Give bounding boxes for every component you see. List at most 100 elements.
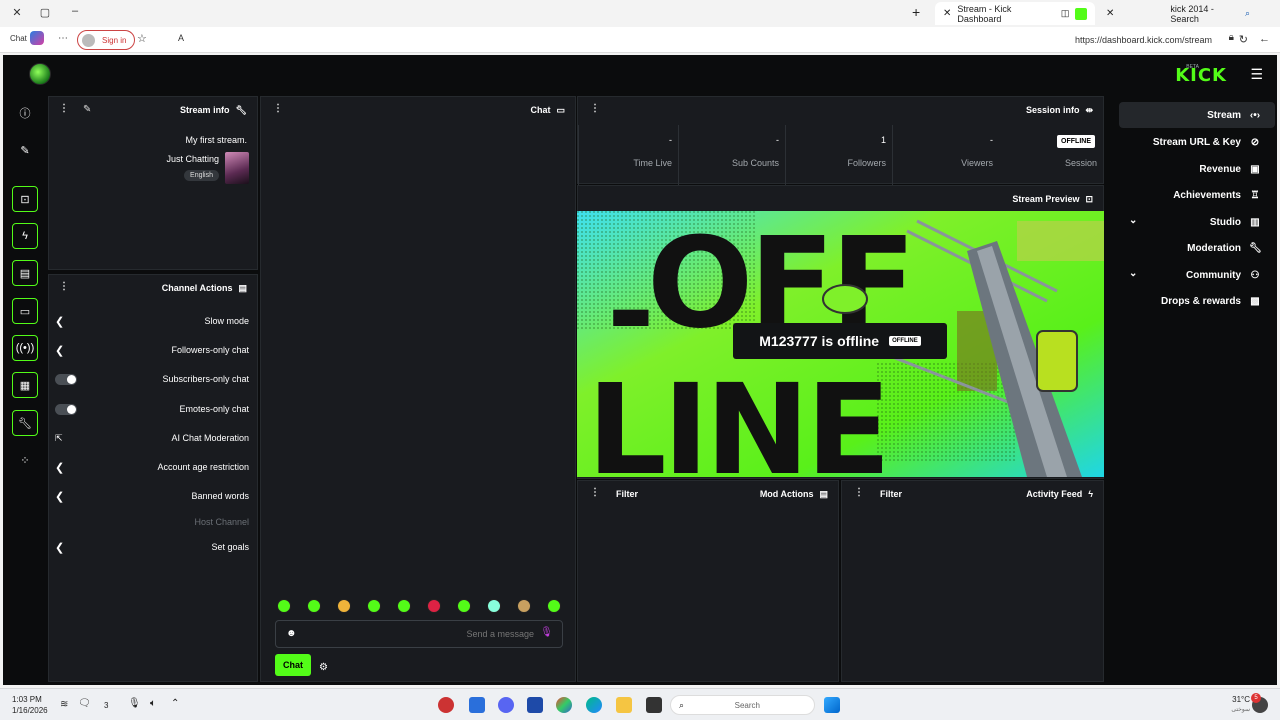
- search-placeholder: Search: [734, 701, 760, 710]
- start-windows-icon[interactable]: [824, 697, 840, 713]
- info-icon[interactable]: ⓘ: [12, 100, 38, 126]
- user-avatar[interactable]: [29, 63, 51, 85]
- copilot-icon[interactable]: [556, 697, 572, 713]
- speaker-icon[interactable]: 🔈︎: [150, 698, 156, 709]
- minimize-window-icon[interactable]: –: [60, 5, 90, 17]
- discord-icon[interactable]: [498, 697, 514, 713]
- subscribers-only-toggle[interactable]: [55, 373, 77, 385]
- file-explorer-icon[interactable]: [616, 697, 632, 713]
- layout-icon[interactable]: ▦: [12, 372, 38, 398]
- nav-moderation[interactable]: Moderation 🔧︎: [1119, 235, 1275, 261]
- nav-studio[interactable]: ⌄ Studio ▥: [1119, 209, 1275, 235]
- chat-send-button[interactable]: Chat: [275, 654, 311, 676]
- url-field[interactable]: https://dashboard.kick.com/stream: [1075, 35, 1212, 45]
- emote-icon[interactable]: [517, 599, 531, 613]
- emote-icon[interactable]: [367, 599, 381, 613]
- terminal-icon[interactable]: [646, 697, 662, 713]
- weather-widget[interactable]: 31°C سوختی: [1210, 694, 1250, 716]
- nav-community[interactable]: ⌄ Community ⚇: [1119, 262, 1275, 288]
- emote-icon[interactable]: [547, 599, 561, 613]
- nav-drops-rewards[interactable]: Drops & rewards ▩: [1119, 288, 1275, 314]
- language-tag: English: [184, 170, 219, 181]
- close-tab-icon[interactable]: ✕: [1106, 8, 1114, 19]
- store-icon[interactable]: [527, 697, 543, 713]
- taskbar-search-box[interactable]: ⌕ Search: [670, 695, 815, 715]
- chat-bubble-icon[interactable]: ▭: [12, 298, 38, 324]
- maximize-window-icon[interactable]: ▢: [30, 6, 60, 19]
- emote-icon[interactable]: [457, 599, 471, 613]
- mod-actions-filter-button[interactable]: Filter: [616, 489, 638, 499]
- lightning-icon[interactable]: ϟ: [12, 223, 38, 249]
- read-aloud-icon[interactable]: A: [178, 33, 184, 43]
- emote-icon[interactable]: [487, 599, 501, 613]
- account-age-row[interactable]: ❮ Account age restriction: [49, 457, 257, 477]
- row-label: Subscribers-only chat: [162, 374, 249, 384]
- row-label: Banned words: [191, 491, 249, 501]
- activity-feed-menu-icon[interactable]: ⋮: [854, 487, 864, 498]
- emote-icon[interactable]: [277, 599, 291, 613]
- kick-logo[interactable]: KICK: [1175, 65, 1227, 86]
- copilot-chat-button[interactable]: Chat: [10, 34, 27, 43]
- microphone-icon[interactable]: 🎙︎: [540, 627, 553, 638]
- close-window-icon[interactable]: ✕: [2, 6, 32, 19]
- broadcast-icon[interactable]: ((•)): [12, 335, 38, 361]
- refresh-icon[interactable]: ↻: [1239, 33, 1248, 46]
- widgets-icon[interactable]: ⁘: [12, 447, 38, 473]
- copilot-icon[interactable]: [30, 31, 44, 45]
- emoji-picker-icon[interactable]: ☻: [286, 628, 297, 639]
- slow-mode-row[interactable]: ❮ Slow mode: [49, 311, 257, 331]
- new-tab-icon[interactable]: +: [912, 4, 920, 20]
- nav-label: Studio: [1209, 216, 1241, 228]
- chat-settings-gear-icon[interactable]: ⚙: [319, 662, 328, 673]
- app-icon[interactable]: [438, 697, 454, 713]
- tab-kick-dashboard[interactable]: ✕ Stream - Kick Dashboard ◫: [935, 2, 1095, 25]
- ai-moderation-row[interactable]: ⇱ AI Chat Moderation: [49, 428, 257, 448]
- screenshot-icon[interactable]: ⊡: [12, 186, 38, 212]
- hamburger-menu-icon[interactable]: ☰: [1250, 66, 1263, 83]
- emote-icon[interactable]: [397, 599, 411, 613]
- panel-title: Chat: [530, 105, 551, 115]
- nav-stream[interactable]: Stream ‹•›: [1119, 102, 1275, 128]
- wifi-icon[interactable]: ≋: [60, 699, 68, 710]
- chat-input-box[interactable]: ☻ 🎙︎: [275, 620, 563, 648]
- document-icon[interactable]: ▤: [12, 260, 38, 286]
- kick-dashboard: BETA KICK ☰ ⓘ ✎ ⊡ ϟ ▤ ▭ ((•)) ▦ 🔧︎ ⁘ ⋮ ✎…: [3, 55, 1277, 685]
- notifications-icon[interactable]: 🗨︎: [78, 698, 91, 709]
- notification-count: 3: [104, 701, 109, 710]
- stream-info-menu-icon[interactable]: ⋮: [59, 103, 69, 114]
- followers-only-row[interactable]: ❮ Followers-only chat: [49, 340, 257, 360]
- channel-actions-menu-icon[interactable]: ⋮: [59, 281, 69, 292]
- emote-icon[interactable]: [337, 599, 351, 613]
- nav-revenue[interactable]: Revenue ▣: [1119, 156, 1275, 182]
- favorites-star-icon[interactable]: ☆: [137, 32, 147, 45]
- chat-message-input[interactable]: [334, 626, 534, 642]
- edit-pencil-icon[interactable]: ✎: [12, 137, 38, 163]
- activity-feed-filter-button[interactable]: Filter: [880, 489, 902, 499]
- nav-stream-url-key[interactable]: Stream URL & Key ⊘: [1119, 129, 1275, 155]
- emote-icon[interactable]: [427, 599, 441, 613]
- edit-pencil-icon[interactable]: ✎: [83, 104, 91, 115]
- studio-icon: ▥: [1250, 216, 1260, 228]
- more-options-icon[interactable]: ⋯: [58, 33, 68, 44]
- emote-icon[interactable]: [307, 599, 321, 613]
- edge-browser-icon[interactable]: [586, 697, 602, 713]
- nav-achievements[interactable]: Achievements ♖: [1119, 182, 1275, 208]
- clock[interactable]: 1:03 PM 1/16/2026: [12, 694, 48, 716]
- banned-words-row[interactable]: ❮ Banned words: [49, 486, 257, 506]
- set-goals-row[interactable]: ❮ Set goals: [49, 537, 257, 557]
- weather-desc: سوختی: [1231, 707, 1250, 713]
- tab-search[interactable]: ✕ kick 2014 - Search ⌕: [1098, 2, 1258, 25]
- chevron-up-icon[interactable]: ⌃: [171, 698, 179, 709]
- app-icon[interactable]: [469, 697, 485, 713]
- mod-actions-menu-icon[interactable]: ⋮: [590, 487, 600, 498]
- microphone-icon[interactable]: 🎙︎: [128, 698, 141, 709]
- close-tab-icon[interactable]: ✕: [943, 8, 951, 19]
- trophy-icon: ♖: [1250, 189, 1260, 201]
- wrench-icon[interactable]: 🔧︎: [12, 410, 38, 436]
- link-icon: ⊘: [1250, 136, 1260, 148]
- back-icon[interactable]: ←: [1259, 33, 1270, 45]
- chat-menu-icon[interactable]: ⋮: [273, 103, 283, 114]
- emotes-only-toggle[interactable]: [55, 403, 77, 415]
- session-info-menu-icon[interactable]: ⋮: [590, 103, 600, 114]
- signin-button[interactable]: Sign in: [77, 30, 136, 50]
